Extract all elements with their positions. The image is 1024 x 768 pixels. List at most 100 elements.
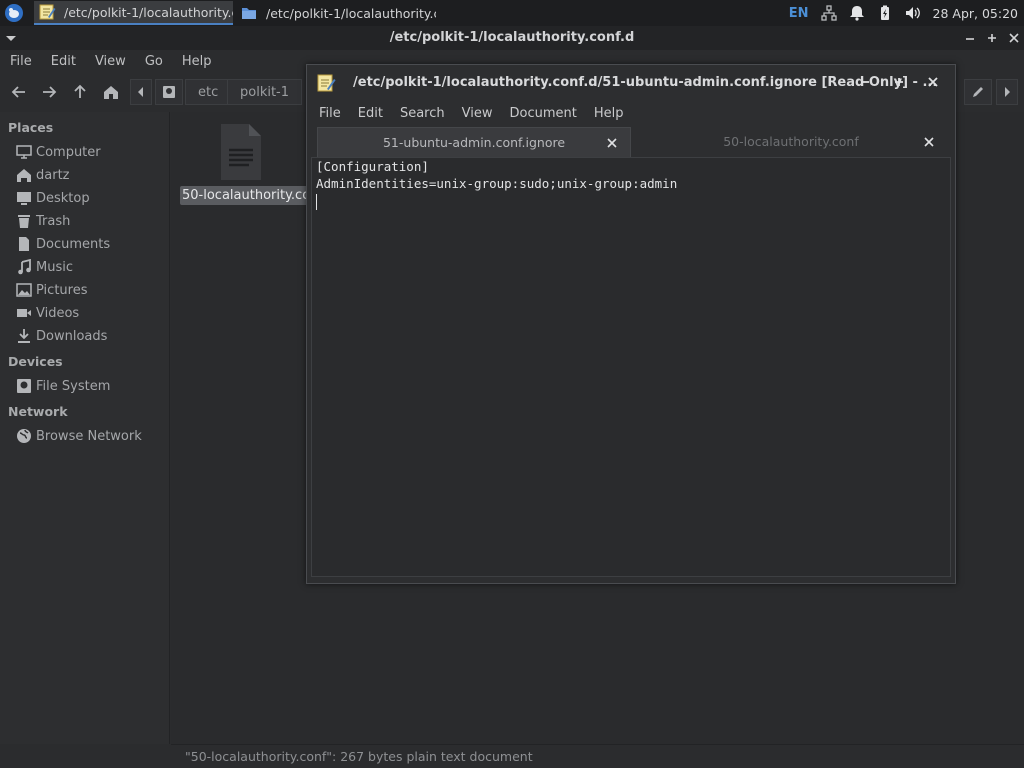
volume-icon[interactable]: [905, 5, 921, 21]
editor-tabs: 51-ubuntu-admin.conf.ignore 50-localauth…: [315, 127, 949, 157]
file-manager-titlebar: /etc/polkit-1/localauthority.conf.d: [0, 26, 1024, 50]
sidebar-item-trash[interactable]: Trash: [16, 211, 70, 231]
videos-icon: [17, 309, 31, 317]
menu-view[interactable]: View: [462, 106, 493, 121]
editor-titlebar: /etc/polkit-1/localauthority.conf.d/51-u…: [307, 65, 955, 99]
maximize-icon[interactable]: [984, 30, 1000, 46]
documents-icon: [19, 237, 29, 251]
edit-location-pencil-icon[interactable]: [964, 79, 992, 105]
taskbar-item-file-manager[interactable]: /etc/polkit-1/localauthority.c...: [236, 1, 436, 25]
xfce-mouse-icon[interactable]: [4, 3, 24, 23]
sidebar-item-label: Computer: [36, 144, 101, 160]
menu-help[interactable]: Help: [594, 106, 624, 121]
drive-icon[interactable]: [155, 79, 183, 105]
menu-file[interactable]: File: [319, 106, 341, 121]
home-icon: [17, 169, 31, 182]
breadcrumb-etc[interactable]: etc: [185, 79, 232, 105]
taskbar-item-editor-label: /etc/polkit-1/localauthority.c...: [64, 4, 233, 20]
drive-icon: [17, 379, 31, 393]
tab-51-ubuntu-admin[interactable]: 51-ubuntu-admin.conf.ignore: [317, 127, 631, 157]
text-editor-icon: [38, 3, 56, 21]
file-manager-menubar: File Edit View Go Help: [0, 50, 220, 72]
text-editor-window: /etc/polkit-1/localauthority.conf.d/51-u…: [306, 64, 956, 584]
battery-icon[interactable]: [877, 5, 893, 21]
sidebar-item-videos[interactable]: Videos: [16, 303, 79, 323]
downloads-icon: [18, 329, 30, 343]
sidebar-item-documents[interactable]: Documents: [16, 234, 110, 254]
text-area[interactable]: [Configuration] AdminIdentities=unix-gro…: [311, 157, 951, 577]
sidebar-item-file-system[interactable]: File System: [16, 376, 110, 396]
desktop-icon: [17, 192, 31, 205]
taskbar-item-editor[interactable]: /etc/polkit-1/localauthority.c...: [34, 1, 233, 25]
status-bar: "50-localauthority.conf": 267 bytes plai…: [171, 744, 1024, 768]
devices-heading: Devices: [8, 354, 63, 369]
network-icon[interactable]: [820, 5, 837, 21]
folder-icon: [240, 4, 258, 22]
tab-50-localauthority[interactable]: 50-localauthority.conf: [633, 127, 949, 157]
sidebar-item-music[interactable]: Music: [16, 257, 73, 277]
system-tray: EN 28 Apr, 05:20: [789, 0, 1024, 26]
places-heading: Places: [8, 120, 54, 135]
music-icon: [18, 259, 31, 275]
menu-file[interactable]: File: [10, 54, 32, 69]
sidebar-item-computer[interactable]: Computer: [16, 142, 101, 162]
home-icon[interactable]: [101, 82, 121, 102]
trash-icon: [18, 215, 30, 228]
top-panel: /etc/polkit-1/localauthority.c... /etc/p…: [0, 0, 1024, 26]
close-tab-icon[interactable]: [606, 137, 618, 149]
sidebar-item-label: Trash: [36, 213, 71, 229]
menu-help[interactable]: Help: [182, 54, 212, 69]
menu-search[interactable]: Search: [400, 106, 445, 121]
menu-edit[interactable]: Edit: [51, 54, 76, 69]
sidebar-item-label: Music: [36, 259, 73, 275]
menu-view[interactable]: View: [95, 54, 126, 69]
sidebar-item-browse-network[interactable]: Browse Network: [16, 426, 142, 446]
network-heading: Network: [8, 404, 68, 419]
menu-document[interactable]: Document: [509, 106, 576, 121]
sidebar-item-label: Videos: [36, 305, 80, 321]
maximize-icon[interactable]: [892, 75, 906, 89]
sidebar: Places Computer dartz Desktop Trash Docu…: [0, 112, 170, 744]
notification-bell-icon[interactable]: [849, 5, 865, 21]
sidebar-item-label: File System: [36, 378, 111, 394]
sidebar-item-label: dartz: [36, 167, 70, 183]
clock[interactable]: 28 Apr, 05:20: [933, 6, 1018, 21]
close-icon[interactable]: [1006, 30, 1022, 46]
editor-title: /etc/polkit-1/localauthority.conf.d/51-u…: [353, 75, 938, 90]
editor-menubar: File Edit Search View Document Help: [307, 101, 955, 125]
sidebar-item-downloads[interactable]: Downloads: [16, 326, 107, 346]
text-editor-icon: [316, 73, 336, 93]
minimize-icon[interactable]: [962, 30, 978, 46]
breadcrumb-scroll-left[interactable]: [130, 79, 152, 105]
close-tab-icon[interactable]: [923, 136, 935, 148]
minimize-icon[interactable]: [858, 75, 872, 89]
text-file-icon[interactable]: [217, 122, 265, 182]
tab-label: 50-localauthority.conf: [723, 134, 859, 149]
text-line: [Configuration]: [316, 159, 429, 174]
file-label[interactable]: 50-localauthority.conf: [180, 186, 325, 205]
globe-icon: [17, 429, 31, 443]
text-line: AdminIdentities=unix-group:sudo;unix-gro…: [316, 176, 678, 191]
file-manager-title: /etc/polkit-1/localauthority.conf.d: [389, 30, 635, 45]
menu-go[interactable]: Go: [145, 54, 163, 69]
breadcrumb-scroll-right[interactable]: [996, 79, 1018, 105]
sidebar-item-label: Desktop: [36, 190, 90, 206]
close-icon[interactable]: [926, 75, 940, 89]
status-text: "50-localauthority.conf": 267 bytes plai…: [185, 749, 533, 764]
breadcrumb-polkit-1[interactable]: polkit-1: [227, 79, 303, 105]
sidebar-item-label: Pictures: [36, 282, 88, 298]
text-cursor: [316, 194, 317, 210]
sidebar-item-label: Browse Network: [36, 428, 142, 444]
menu-edit[interactable]: Edit: [358, 106, 383, 121]
keyboard-layout-indicator[interactable]: EN: [789, 6, 809, 21]
sidebar-item-label: Documents: [36, 236, 111, 252]
computer-icon: [16, 145, 32, 159]
pictures-icon: [16, 283, 32, 297]
sidebar-item-desktop[interactable]: Desktop: [16, 188, 90, 208]
sidebar-item-pictures[interactable]: Pictures: [16, 280, 87, 300]
sidebar-item-label: Downloads: [36, 328, 108, 344]
up-arrow-icon[interactable]: [70, 82, 90, 102]
back-arrow-icon[interactable]: [9, 82, 29, 102]
forward-arrow-icon[interactable]: [39, 82, 59, 102]
sidebar-item-dartz[interactable]: dartz: [16, 165, 69, 185]
